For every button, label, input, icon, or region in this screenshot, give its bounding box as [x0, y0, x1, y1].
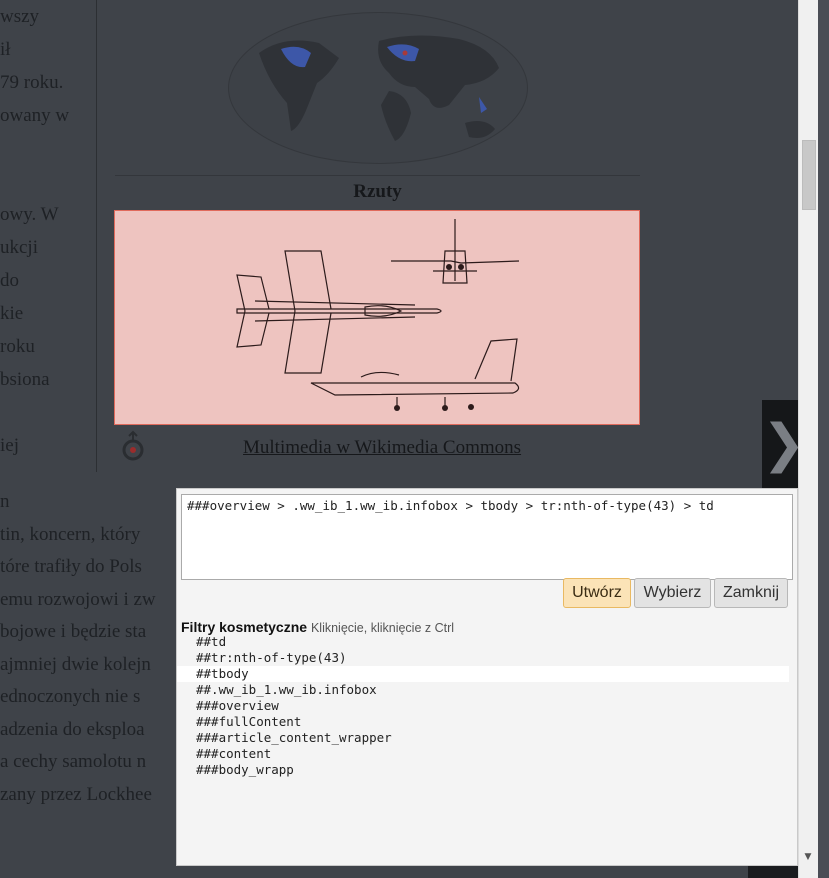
infobox-border — [96, 0, 97, 472]
aircraft-projection-image[interactable] — [114, 210, 640, 425]
article-line — [0, 165, 96, 198]
scrollbar-thumb[interactable] — [802, 140, 816, 210]
filter-item[interactable]: ###fullContent — [177, 714, 789, 730]
projection-caption: Rzuty — [353, 181, 402, 202]
filters-hint: Kliknięcie, kliknięcie z Ctrl — [310, 621, 455, 635]
article-line: n — [0, 491, 10, 512]
article-line: roku — [0, 336, 35, 357]
article-text-left: wszy ił 79 roku. owany w owy. W ukcji do… — [0, 0, 96, 470]
pick-button[interactable]: Wybierz — [634, 578, 711, 608]
article-line: tin, koncern, który — [0, 523, 141, 545]
filter-item[interactable]: ###body_wrapp — [177, 762, 789, 778]
cosmetic-filter-list: ##td ##tr:nth-of-type(43) ##tbody ##.ww_… — [177, 634, 789, 778]
close-button[interactable]: Zamknij — [714, 578, 788, 608]
article-line — [0, 132, 96, 165]
aircraft-drawing-icon — [236, 219, 520, 411]
filter-item[interactable]: ##.ww_ib_1.ww_ib.infobox — [177, 682, 789, 698]
filter-item[interactable]: ###article_content_wrapper — [177, 730, 789, 746]
chevron-right-icon[interactable]: ❯ — [762, 400, 798, 488]
cosmetic-filters-heading: Filtry kosmetyczne Kliknięcie, kliknięci… — [181, 619, 454, 635]
selector-input[interactable]: ###overview > .ww_ib_1.ww_ib.infobox > t… — [181, 494, 793, 580]
infobox-rule — [115, 175, 640, 176]
article-line: zany przez Lockhee — [0, 783, 152, 805]
article-line: 79 roku. — [0, 72, 64, 93]
filters-title: Filtry kosmetyczne — [181, 619, 308, 635]
filter-item[interactable]: ##td — [177, 634, 789, 650]
filter-item[interactable]: ###content — [177, 746, 789, 762]
create-button[interactable]: Utwórz — [563, 578, 631, 608]
article-text-below: n tin, koncern, który tóre trafiły do Po… — [0, 486, 176, 811]
article-line: ił — [0, 39, 11, 60]
article-line: wszy — [0, 6, 40, 27]
article-line: tóre trafiły do Pols — [0, 556, 142, 577]
filter-item-highlighted[interactable]: ##tbody — [177, 666, 789, 682]
wikimedia-commons-icon — [117, 430, 149, 464]
article-line: emu rozwojowi i zw — [0, 588, 156, 610]
article-line: ajmniej dwie kolejn — [0, 653, 151, 675]
page-scrollbar[interactable] — [798, 0, 818, 878]
article-line — [0, 396, 96, 429]
article-line: do — [0, 270, 19, 291]
article-line: bojowe i będzie sta — [0, 621, 147, 642]
filter-item[interactable]: ##tr:nth-of-type(43) — [177, 650, 789, 666]
window-edge — [818, 0, 829, 878]
element-picker-panel: ###overview > .ww_ib_1.ww_ib.infobox > t… — [176, 488, 798, 866]
scroll-down-arrow-icon[interactable]: ▼ — [801, 852, 815, 862]
article-line: adzenia do eksploa — [0, 718, 145, 740]
article-line: owany w — [0, 105, 70, 126]
article-line: ukcji — [0, 237, 38, 258]
article-line: a cechy samolotu n — [0, 751, 147, 772]
world-map-icon — [259, 35, 499, 141]
filter-item[interactable]: ###overview — [177, 698, 789, 714]
article-line: kie — [0, 303, 24, 324]
article-line: owy. W — [0, 204, 59, 225]
commons-link[interactable]: Multimedia w Wikimedia Commons — [243, 437, 521, 459]
article-line: iej — [0, 435, 19, 456]
article-line: ednoczonych nie s — [0, 686, 141, 707]
world-map-image[interactable] — [228, 12, 528, 164]
article-line: bsiona — [0, 369, 50, 390]
